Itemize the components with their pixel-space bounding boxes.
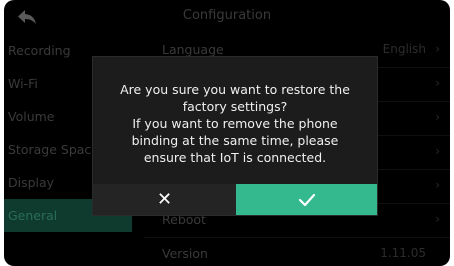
chevron-right-icon: › <box>435 110 440 124</box>
confirm-dialog: Are you sure you want to restore the fac… <box>92 56 378 216</box>
chevron-right-icon: › <box>435 144 440 158</box>
screen: Configuration Recording Wi-Fi Volume Sto… <box>4 0 450 266</box>
close-icon: ✕ <box>156 189 173 210</box>
cancel-button[interactable]: ✕ <box>93 184 236 215</box>
setting-value: English <box>382 42 426 56</box>
setting-label: Version <box>162 246 208 261</box>
setting-label: Language <box>162 42 224 57</box>
setting-value: 1.11.05 <box>380 246 426 260</box>
dialog-message: Are you sure you want to restore the fac… <box>120 82 350 165</box>
dialog-buttons: ✕ <box>93 184 377 215</box>
chevron-right-icon: › <box>435 212 440 226</box>
setting-row-version: Version 1.11.05 <box>144 238 450 266</box>
header: Configuration <box>4 0 450 34</box>
confirm-button[interactable] <box>236 184 377 215</box>
chevron-right-icon: › <box>435 76 440 90</box>
check-icon <box>298 193 315 206</box>
page-title: Configuration <box>182 8 272 23</box>
chevron-right-icon: › <box>435 42 440 56</box>
chevron-right-icon: › <box>435 178 440 192</box>
